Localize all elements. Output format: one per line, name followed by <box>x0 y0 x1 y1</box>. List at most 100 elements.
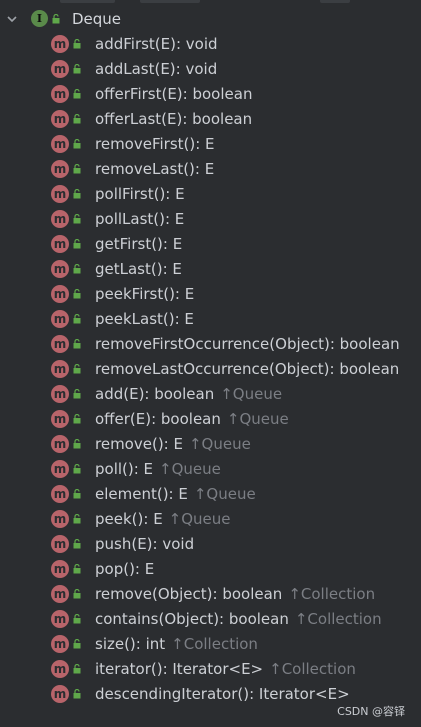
lock-icon <box>73 64 81 74</box>
lock-icon <box>73 614 81 624</box>
method-name: addFirst(E): void <box>95 35 218 53</box>
method-item[interactable]: m addLast(E): void <box>0 57 421 82</box>
method-item[interactable]: m peek(): E ↑Queue <box>0 507 421 532</box>
method-item[interactable]: m pop(): E <box>0 557 421 582</box>
interface-name: Deque <box>72 10 122 28</box>
lock-icon <box>73 39 81 49</box>
inherited-from: ↑Queue <box>188 435 251 453</box>
method-item[interactable]: m addFirst(E): void <box>0 32 421 57</box>
method-name: descendingIterator(): Iterator<E> <box>95 685 350 703</box>
method-item[interactable]: m peekLast(): E <box>0 307 421 332</box>
method-signature: getFirst(): E <box>95 234 182 254</box>
lock-icon <box>73 239 81 249</box>
method-name: getLast(): E <box>95 260 182 278</box>
lock-icon <box>73 339 81 349</box>
method-name: remove(): E <box>95 435 183 453</box>
method-name: offer(E): boolean <box>95 410 221 428</box>
tree-node-deque[interactable]: I Deque <box>0 7 421 32</box>
method-name: push(E): void <box>95 535 195 553</box>
method-item[interactable]: m add(E): boolean ↑Queue <box>0 382 421 407</box>
method-icon: m <box>51 35 69 53</box>
lock-icon <box>73 589 81 599</box>
method-icon: m <box>51 235 69 253</box>
method-name: removeLastOccurrence(Object): boolean <box>95 360 400 378</box>
method-name: offerLast(E): boolean <box>95 110 253 128</box>
inherited-from: ↑Queue <box>226 410 289 428</box>
method-name: element(): E <box>95 485 188 503</box>
method-signature: element(): E ↑Queue <box>95 484 256 504</box>
method-item[interactable]: m size(): int ↑Collection <box>0 632 421 657</box>
method-item[interactable]: m remove(): E ↑Queue <box>0 432 421 457</box>
method-icon: m <box>51 185 69 203</box>
method-signature: removeLastOccurrence(Object): boolean <box>95 359 399 379</box>
method-item[interactable]: m getFirst(): E <box>0 232 421 257</box>
inherited-from: ↑Collection <box>171 635 258 653</box>
method-signature: remove(Object): boolean ↑Collection <box>95 584 375 604</box>
method-item[interactable]: m removeFirst(): E <box>0 132 421 157</box>
method-signature: contains(Object): boolean ↑Collection <box>95 609 382 629</box>
method-signature: size(): int ↑Collection <box>95 634 258 654</box>
method-item[interactable]: m removeLast(): E <box>0 157 421 182</box>
method-icon: m <box>51 310 69 328</box>
lock-icon <box>73 164 81 174</box>
method-item[interactable]: m poll(): E ↑Queue <box>0 457 421 482</box>
method-item[interactable]: m push(E): void <box>0 532 421 557</box>
method-item[interactable]: m offerFirst(E): boolean <box>0 82 421 107</box>
method-name: contains(Object): boolean <box>95 610 289 628</box>
method-item[interactable]: m removeFirstOccurrence(Object): boolean <box>0 332 421 357</box>
lock-icon <box>73 214 81 224</box>
method-icon: m <box>51 210 69 228</box>
method-item[interactable]: m getLast(): E <box>0 257 421 282</box>
chevron-down-icon[interactable] <box>6 13 18 25</box>
method-item[interactable]: m contains(Object): boolean ↑Collection <box>0 607 421 632</box>
watermark: CSDN @容铎 <box>337 705 405 718</box>
inherited-from: ↑Queue <box>193 485 256 503</box>
method-name: peek(): E <box>95 510 163 528</box>
method-signature: addFirst(E): void <box>95 34 218 54</box>
method-signature: descendingIterator(): Iterator<E> <box>95 684 350 704</box>
method-item[interactable]: m removeLastOccurrence(Object): boolean <box>0 357 421 382</box>
inherited-from: ↑Queue <box>159 460 221 478</box>
method-icon: m <box>51 635 69 653</box>
method-item[interactable]: m iterator(): Iterator<E> ↑Collection <box>0 657 421 682</box>
method-signature: pop(): E <box>95 559 154 579</box>
inherited-from: ↑Collection <box>288 585 376 603</box>
method-item[interactable]: m pollLast(): E <box>0 207 421 232</box>
method-name: removeFirstOccurrence(Object): boolean <box>95 335 400 353</box>
method-name: pollFirst(): E <box>95 185 185 203</box>
method-signature: offer(E): boolean ↑Queue <box>95 409 289 429</box>
method-icon: m <box>51 610 69 628</box>
method-icon: m <box>51 85 69 103</box>
method-icon: m <box>51 360 69 378</box>
method-signature: removeFirst(): E <box>95 134 215 154</box>
method-name: peekLast(): E <box>95 310 194 328</box>
method-item[interactable]: m remove(Object): boolean ↑Collection <box>0 582 421 607</box>
method-item[interactable]: m pollFirst(): E <box>0 182 421 207</box>
method-item[interactable]: m offerLast(E): boolean <box>0 107 421 132</box>
method-icon: m <box>51 485 69 503</box>
method-signature: getLast(): E <box>95 259 182 279</box>
lock-icon <box>73 89 81 99</box>
method-icon: m <box>51 510 69 528</box>
lock-icon <box>73 464 81 474</box>
method-icon: m <box>51 460 69 478</box>
method-name: add(E): boolean <box>95 385 215 403</box>
lock-icon <box>73 439 81 449</box>
method-signature: removeLast(): E <box>95 159 214 179</box>
lock-icon <box>73 364 81 374</box>
method-icon: m <box>51 560 69 578</box>
method-item[interactable]: m offer(E): boolean ↑Queue <box>0 407 421 432</box>
method-icon: m <box>51 435 69 453</box>
lock-icon <box>73 564 81 574</box>
method-icon: m <box>51 60 69 78</box>
method-item[interactable]: m peekFirst(): E <box>0 282 421 307</box>
method-icon: m <box>51 685 69 703</box>
method-icon: m <box>51 160 69 178</box>
method-name: pop(): E <box>95 560 155 578</box>
method-signature: poll(): E ↑Queue <box>95 459 221 479</box>
lock-icon <box>73 289 81 299</box>
interface-icon: I <box>31 10 48 27</box>
method-name: poll(): E <box>95 460 154 478</box>
method-item[interactable]: m element(): E ↑Queue <box>0 482 421 507</box>
method-icon: m <box>51 285 69 303</box>
